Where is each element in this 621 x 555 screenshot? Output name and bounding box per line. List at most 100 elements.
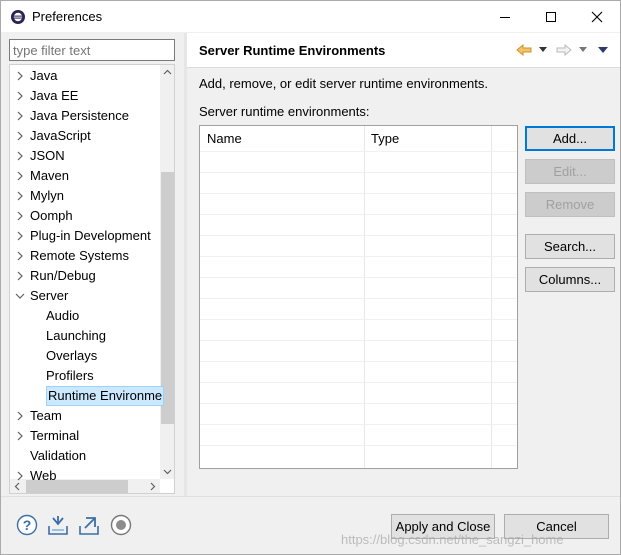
tree-item[interactable]: Plug-in Development (10, 226, 160, 246)
table-row-line (200, 403, 517, 404)
columns-button[interactable]: Columns... (525, 267, 615, 292)
tree-item[interactable]: Team (10, 406, 160, 426)
table-row-line (200, 151, 517, 152)
tree-vertical-scrollbar[interactable] (160, 65, 174, 479)
chevron-right-icon[interactable] (15, 211, 25, 221)
runtime-list-label: Server runtime environments: (199, 104, 370, 119)
column-header-type[interactable]: Type (364, 126, 491, 151)
column-divider (491, 126, 492, 468)
back-menu-button[interactable] (539, 42, 547, 58)
tree-item[interactable]: Launching (10, 326, 160, 346)
maximize-button[interactable] (528, 1, 574, 32)
tree-item[interactable]: Java Persistence (10, 106, 160, 126)
chevron-right-icon[interactable] (15, 471, 25, 481)
scroll-down-arrow-icon (163, 469, 172, 475)
page-description: Add, remove, or edit server runtime envi… (199, 76, 489, 91)
record-icon[interactable] (110, 514, 132, 536)
table-row-line (200, 172, 517, 173)
runtime-environments-table[interactable]: Name Type (199, 125, 518, 469)
table-row-line (200, 235, 517, 236)
forward-button[interactable] (556, 42, 572, 58)
tree-item[interactable]: Profilers (10, 366, 160, 386)
chevron-down-icon[interactable] (15, 291, 25, 301)
tree-item-label: Mylyn (30, 188, 64, 203)
tree-item-label: Audio (46, 308, 80, 323)
chevron-right-icon[interactable] (15, 131, 25, 141)
table-row-line (200, 424, 517, 425)
tree-item[interactable]: Java (10, 66, 160, 86)
tree-item-label: Web (30, 468, 57, 483)
tree-item-label: Server (30, 288, 69, 303)
table-row-line (200, 277, 517, 278)
tree-item[interactable]: Web (10, 466, 160, 486)
window-title: Preferences (32, 9, 103, 24)
column-header-name[interactable]: Name (200, 126, 364, 151)
table-row-line (200, 214, 517, 215)
table-row-line (200, 361, 517, 362)
chevron-right-icon[interactable] (15, 91, 25, 101)
tree-item[interactable]: Mylyn (10, 186, 160, 206)
watermark-text: https://blog.csdn.net/the_sangzi_home (341, 532, 564, 547)
dropdown-arrow-icon (579, 47, 587, 52)
column-divider (364, 126, 365, 468)
minimize-button[interactable] (482, 1, 528, 32)
tree-item-label: Overlays (46, 348, 98, 363)
export-icon[interactable] (78, 514, 100, 536)
tree-item[interactable]: JSON (10, 146, 160, 166)
forward-arrow-icon (556, 44, 572, 56)
tree-item[interactable]: Overlays (10, 346, 160, 366)
add-button[interactable]: Add... (525, 126, 615, 151)
chevron-right-icon[interactable] (15, 411, 25, 421)
view-menu-button[interactable] (598, 42, 608, 58)
chevron-right-icon[interactable] (15, 251, 25, 261)
table-row-line (200, 382, 517, 383)
tree-item-label: Plug-in Development (30, 228, 151, 243)
chevron-right-icon[interactable] (15, 191, 25, 201)
chevron-right-icon[interactable] (15, 231, 25, 241)
tree-item-label: JavaScript (30, 128, 91, 143)
remove-button[interactable]: Remove (525, 192, 615, 217)
help-icon[interactable]: ? (16, 514, 38, 536)
table-row-line (200, 298, 517, 299)
page-header: Server Runtime Environments (187, 33, 620, 68)
chevron-right-icon[interactable] (15, 431, 25, 441)
page-title: Server Runtime Environments (199, 43, 386, 58)
table-row-line (200, 256, 517, 257)
tree-item[interactable]: Run/Debug (10, 266, 160, 286)
edit-button[interactable]: Edit... (525, 159, 615, 184)
chevron-right-icon[interactable] (15, 271, 25, 281)
import-icon[interactable] (47, 514, 69, 536)
title-bar: Preferences (1, 1, 620, 32)
tree-item[interactable]: Maven (10, 166, 160, 186)
chevron-right-icon[interactable] (15, 71, 25, 81)
chevron-right-icon[interactable] (15, 111, 25, 121)
chevron-right-icon[interactable] (15, 171, 25, 181)
tree-item[interactable]: Audio (10, 306, 160, 326)
tree-item-label: Java EE (30, 88, 79, 103)
minimize-icon (500, 16, 510, 18)
tree-item[interactable]: Runtime Environme (10, 386, 165, 406)
forward-menu-button[interactable] (579, 42, 587, 58)
back-button[interactable] (516, 42, 532, 58)
tree-item-label: Java Persistence (30, 108, 129, 123)
tree-item[interactable]: Server (10, 286, 160, 306)
tree-item-label: Oomph (30, 208, 73, 223)
footer-separator (1, 496, 620, 497)
search-button[interactable]: Search... (525, 234, 615, 259)
chevron-right-icon[interactable] (15, 151, 25, 161)
preferences-tree[interactable]: Java Java EE Java Persistence JavaScript JSO… (9, 64, 175, 494)
tree-item-label: Remote Systems (30, 248, 129, 263)
tree-item[interactable]: Oomph (10, 206, 160, 226)
tree-item[interactable]: Terminal (10, 426, 160, 446)
scroll-up-arrow-icon (163, 69, 172, 75)
tree-item[interactable]: JavaScript (10, 126, 160, 146)
svg-text:?: ? (23, 517, 32, 533)
close-button[interactable] (574, 1, 620, 32)
table-row-line (200, 340, 517, 341)
filter-input[interactable] (9, 39, 175, 61)
tree-item[interactable]: Remote Systems (10, 246, 160, 266)
tree-item[interactable]: Java EE (10, 86, 160, 106)
tree-item-label: JSON (30, 148, 65, 163)
panel-sash[interactable] (184, 33, 187, 496)
tree-item[interactable]: Validation (10, 446, 160, 466)
